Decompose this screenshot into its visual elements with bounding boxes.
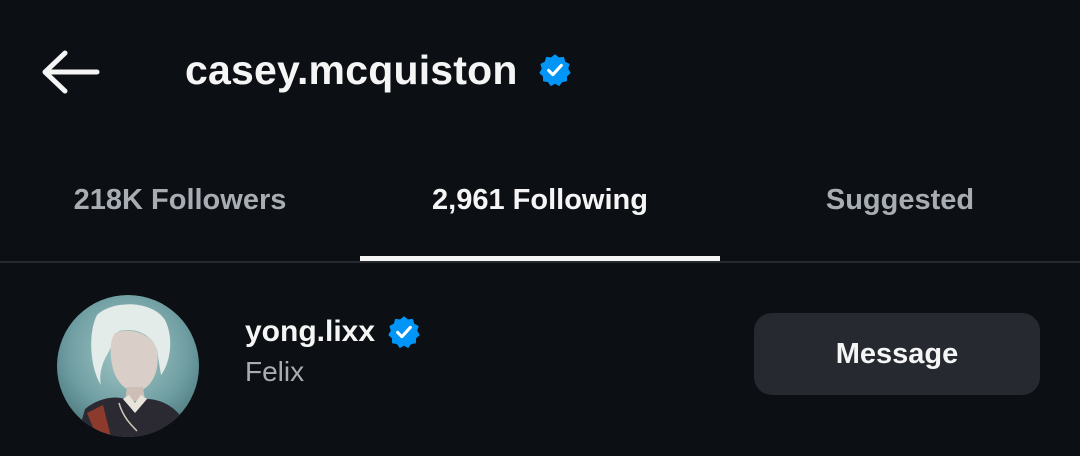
tab-divider (0, 261, 1080, 263)
message-button[interactable]: Message (754, 313, 1040, 395)
list-item[interactable]: yong.lixx Felix Message (0, 280, 1080, 437)
username[interactable]: yong.lixx (245, 315, 375, 349)
tab-bar: 218K Followers 2,961 Following Suggested (0, 160, 1080, 263)
user-info[interactable]: yong.lixx Felix (245, 310, 421, 388)
tab-followers[interactable]: 218K Followers (0, 160, 360, 240)
verified-badge-icon (538, 53, 572, 87)
tab-following[interactable]: 2,961 Following (360, 160, 720, 240)
header-title-group: casey.mcquiston (185, 42, 572, 98)
back-button[interactable] (38, 44, 104, 100)
page-title: casey.mcquiston (185, 46, 518, 93)
following-screen: casey.mcquiston 218K Followers 2,961 Fol… (0, 0, 1080, 456)
header: casey.mcquiston (0, 0, 1080, 140)
username-line: yong.lixx (245, 310, 421, 354)
tab-suggested[interactable]: Suggested (720, 160, 1080, 240)
arrow-left-icon (42, 50, 100, 94)
full-name: Felix (245, 356, 305, 387)
avatar[interactable] (57, 295, 199, 437)
verified-badge-icon (387, 315, 421, 349)
